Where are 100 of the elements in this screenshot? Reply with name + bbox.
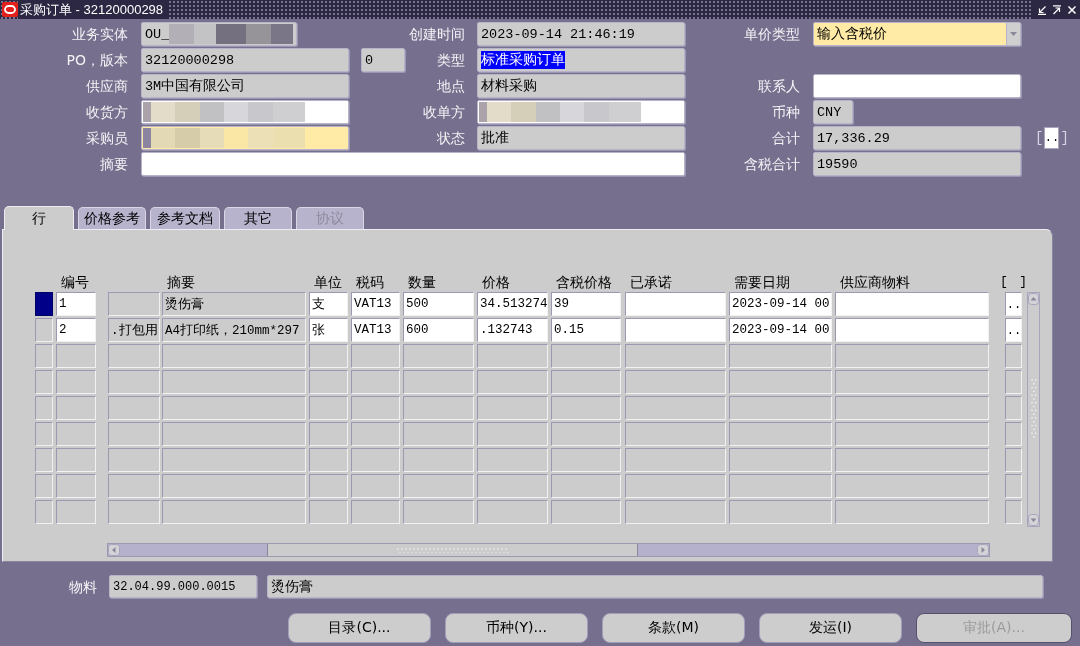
scrollbar-thumb[interactable] [267,544,638,556]
table-cell [351,344,400,368]
dropdown-button[interactable] [1006,23,1020,45]
field-label: 状态 [437,129,465,148]
field-label: 类型 [437,51,465,70]
text-field[interactable]: 2023-09-14 21:46:19 [477,22,685,46]
table-cell[interactable] [835,318,989,342]
text-field[interactable]: CNY [813,100,853,124]
row-selector[interactable] [35,396,53,420]
text-field[interactable] [141,100,349,124]
text-field[interactable] [141,152,685,176]
table-cell[interactable]: 支 [309,292,348,316]
table-cell: 烫伤膏 [162,292,306,316]
tab[interactable]: 行 [4,206,74,230]
table-cell [403,344,474,368]
table-cell[interactable] [625,292,726,316]
table-cell[interactable]: 34.513274 [477,292,548,316]
row-selector[interactable] [35,422,53,446]
field-label: 收单方 [423,103,465,122]
field-label: 收货方 [86,103,128,122]
table-cell[interactable]: 2023-09-14 00 [729,318,832,342]
text-field[interactable]: 32.04.99.000.0015 [109,575,257,598]
window-title: 采购订单 - 32120000298 [18,0,170,19]
text-field[interactable]: 批准 [477,126,685,150]
column-header: 编号 [61,273,89,291]
more-button[interactable]: .. [1005,292,1022,316]
row-selector[interactable] [35,474,53,498]
more-button[interactable]: .. [1005,318,1022,342]
close-icon[interactable] [1067,4,1077,15]
table-cell[interactable] [625,318,726,342]
row-selector[interactable] [35,370,53,394]
table-cell[interactable] [835,292,989,316]
table-cell[interactable]: 1 [56,292,96,316]
field-label: 地点 [437,77,465,96]
table-cell [403,422,474,446]
tab[interactable]: 参考文档 [150,207,220,229]
text-field[interactable]: 标准采购订单 [477,48,685,72]
table-cell[interactable]: 39 [551,292,621,316]
vertical-scrollbar[interactable] [1027,292,1040,527]
table-cell [309,474,348,498]
table-cell[interactable]: 600 [403,318,474,342]
table-cell [551,344,621,368]
table-cell [1005,500,1022,524]
text-field[interactable]: 3M中国有限公司 [141,74,349,98]
text-field[interactable]: 32120000298 [141,48,349,72]
dropdown-field[interactable]: 输入含税价 [813,22,1021,46]
row-selector[interactable] [35,344,53,368]
tab[interactable]: 价格参考 [78,207,146,229]
table-cell[interactable]: VAT13 [351,318,400,342]
field-label: 联系人 [758,77,800,96]
field-label: 物料 [69,577,97,597]
text-field[interactable] [141,126,349,150]
action-button[interactable]: 目录(C)... [288,613,431,643]
table-cell [477,448,548,472]
action-button[interactable]: 币种(Y)... [445,613,588,643]
bracket-text: [ [1035,130,1044,146]
bracket-text: [ [1000,273,1008,291]
table-cell: .打包用 [108,318,160,342]
table-cell[interactable]: 2 [56,318,96,342]
action-button[interactable]: 发运(I) [759,613,902,643]
text-field[interactable] [813,74,1021,98]
text-field[interactable]: 材料采购 [477,74,685,98]
table-cell [56,474,96,498]
minimize-icon[interactable] [1037,4,1047,15]
column-header: 供应商物料 [840,273,910,291]
text-field[interactable] [477,100,685,124]
table-cell [309,396,348,420]
tab[interactable]: 其它 [224,207,292,229]
horizontal-scrollbar[interactable] [107,543,990,557]
table-cell: A4打印纸，210mm*297 [162,318,306,342]
table-cell [108,396,160,420]
table-cell [56,500,96,524]
field-label: 含税合计 [744,155,800,174]
row-selector[interactable] [35,448,53,472]
table-cell[interactable]: VAT13 [351,292,400,316]
action-button[interactable]: 条款(M) [602,613,745,643]
table-cell[interactable]: 张 [309,318,348,342]
text-field[interactable]: 烫伤膏 [267,575,1043,598]
table-cell [351,474,400,498]
text-field[interactable]: 17,336.29 [813,126,1021,150]
maximize-icon[interactable] [1052,4,1062,15]
table-cell [551,422,621,446]
field-label: 币种 [772,103,800,122]
table-cell[interactable]: .132743 [477,318,548,342]
table-cell [108,370,160,394]
table-cell[interactable]: 500 [403,292,474,316]
more-button[interactable]: .. [1044,127,1060,149]
table-cell [56,448,96,472]
row-selector[interactable] [35,318,53,342]
row-selector[interactable] [35,500,53,524]
text-field[interactable]: 0 [361,48,405,72]
text-field[interactable]: 19590 [813,152,1021,176]
table-cell[interactable]: 0.15 [551,318,621,342]
table-cell[interactable]: 2023-09-14 00 [729,292,832,316]
column-header: 含税价格 [556,273,612,291]
text-field[interactable]: OU_ [141,22,297,46]
table-cell [351,448,400,472]
table-cell [1005,474,1022,498]
field-label: 供应商 [86,77,128,96]
table-cell [551,396,621,420]
